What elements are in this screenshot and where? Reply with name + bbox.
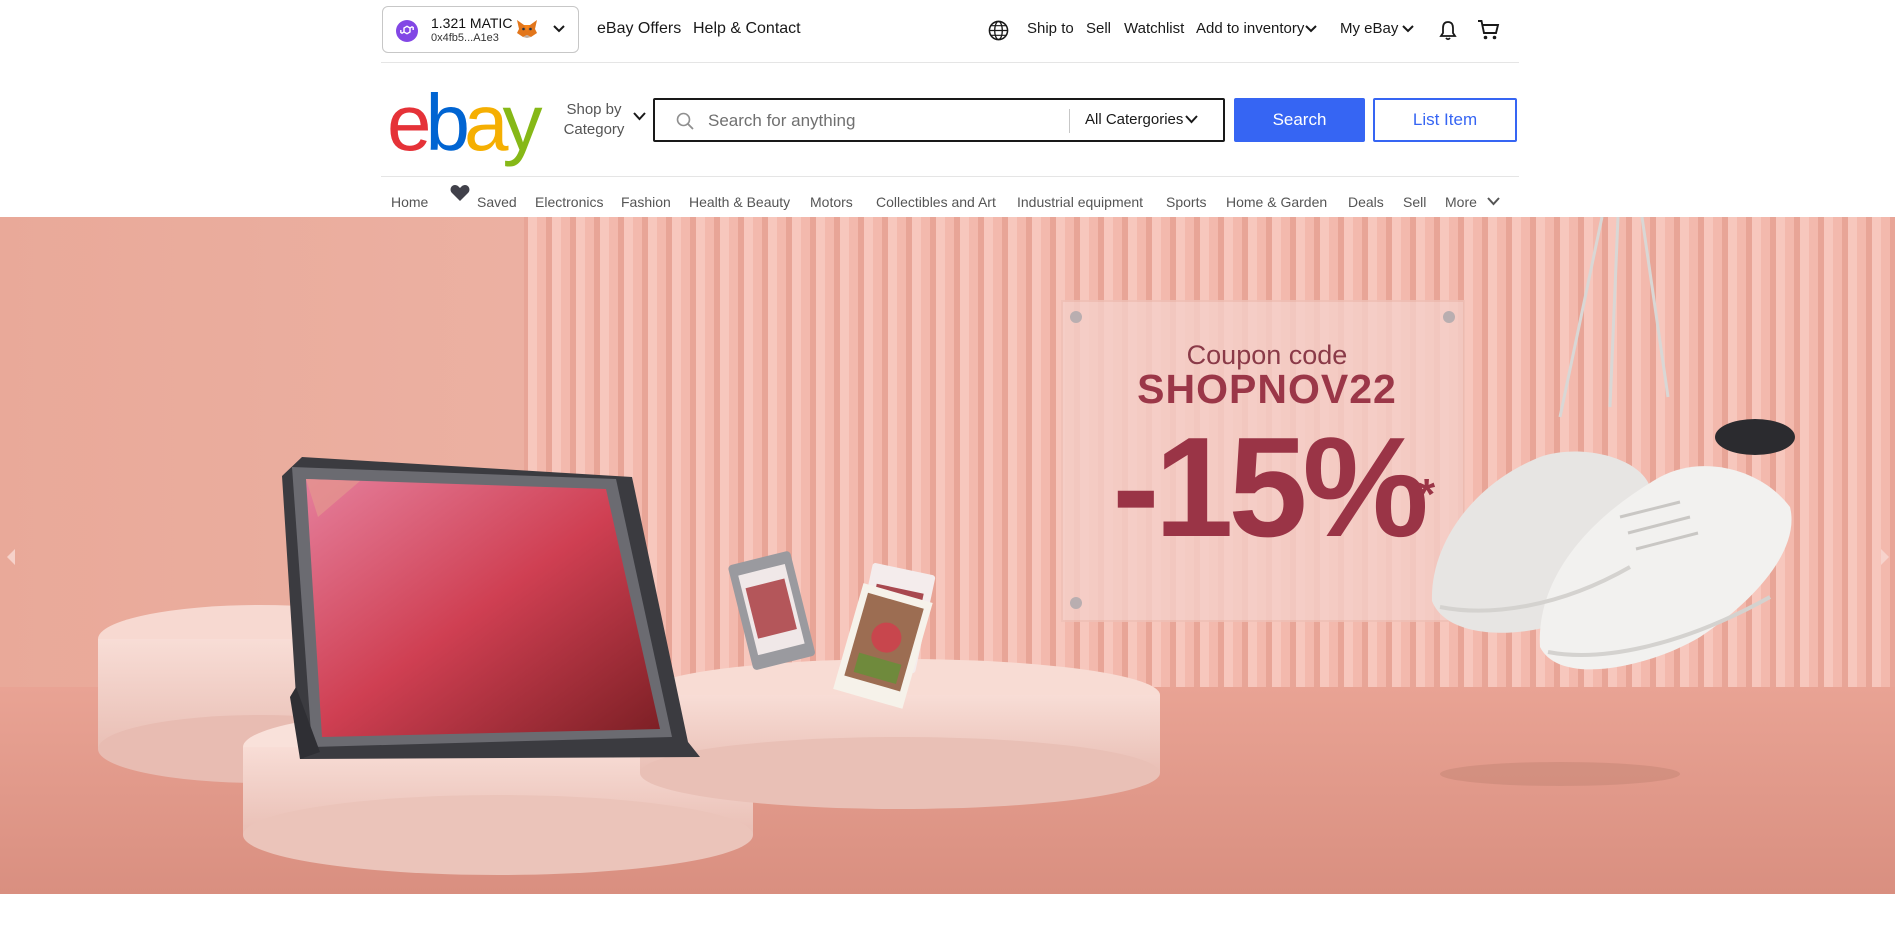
polygon-icon bbox=[396, 20, 418, 42]
chevron-down-icon[interactable] bbox=[633, 112, 646, 121]
shop-by-category-button[interactable]: Shop by Category bbox=[562, 100, 626, 140]
wallet-widget[interactable]: 1.321 MATIC 0x4fb5...A1e3 bbox=[382, 6, 579, 53]
nav-saved[interactable]: Saved bbox=[477, 194, 517, 210]
list-item-button[interactable]: List Item bbox=[1373, 98, 1517, 142]
category-nav: Home Saved Electronics Fashion Health & … bbox=[381, 176, 1519, 217]
search-button[interactable]: Search bbox=[1234, 98, 1365, 142]
nav-fashion[interactable]: Fashion bbox=[621, 194, 671, 210]
top-bar: 1.321 MATIC 0x4fb5...A1e3 eBay Offers He… bbox=[381, 0, 1519, 63]
wallet-address: 0x4fb5...A1e3 bbox=[431, 32, 499, 44]
discount-percent: -15% bbox=[1112, 408, 1429, 567]
logo-letter-y: y bbox=[502, 78, 543, 167]
search-divider bbox=[1069, 109, 1070, 133]
logo-letter-a: a bbox=[464, 78, 508, 167]
wallet-balance: 1.321 MATIC bbox=[431, 15, 513, 31]
nav-motors[interactable]: Motors bbox=[810, 194, 853, 210]
carousel-prev-icon[interactable] bbox=[6, 548, 16, 566]
nav-sports[interactable]: Sports bbox=[1166, 194, 1206, 210]
help-contact-link[interactable]: Help & Contact bbox=[693, 20, 801, 38]
search-icon bbox=[676, 112, 694, 130]
nav-sell[interactable]: Sell bbox=[1403, 194, 1426, 210]
ship-to-link[interactable]: Ship to bbox=[1027, 20, 1074, 37]
search-input[interactable] bbox=[706, 100, 1110, 142]
nav-home[interactable]: Home bbox=[391, 194, 428, 210]
carousel-next-icon[interactable] bbox=[1880, 548, 1890, 566]
chevron-down-icon[interactable] bbox=[1185, 115, 1198, 124]
chevron-down-icon[interactable] bbox=[1487, 197, 1500, 206]
nav-health-beauty[interactable]: Health & Beauty bbox=[689, 194, 790, 210]
nav-electronics[interactable]: Electronics bbox=[535, 194, 603, 210]
chevron-down-icon[interactable] bbox=[1305, 25, 1317, 33]
logo-letter-e: e bbox=[387, 78, 431, 167]
ebay-logo[interactable]: ebay bbox=[387, 83, 552, 163]
globe-icon[interactable] bbox=[988, 20, 1009, 41]
hero-banner[interactable]: Coupon code SHOPNOV22 -15% * bbox=[0, 217, 1895, 894]
sell-link[interactable]: Sell bbox=[1086, 20, 1111, 37]
hero-scene bbox=[0, 217, 1895, 894]
coupon-code: SHOPNOV22 bbox=[1137, 366, 1397, 412]
heart-icon bbox=[450, 185, 470, 201]
page: 1.321 MATIC 0x4fb5...A1e3 eBay Offers He… bbox=[0, 0, 1895, 930]
nav-industrial-equipment[interactable]: Industrial equipment bbox=[1017, 194, 1143, 210]
metamask-fox-icon bbox=[517, 20, 537, 38]
nav-home-garden[interactable]: Home & Garden bbox=[1226, 194, 1327, 210]
nav-collectibles-art[interactable]: Collectibles and Art bbox=[876, 194, 996, 210]
category-select[interactable]: All Catergories bbox=[1085, 111, 1183, 128]
cart-icon[interactable] bbox=[1477, 19, 1500, 41]
ebay-offers-link[interactable]: eBay Offers bbox=[597, 20, 681, 38]
watchlist-link[interactable]: Watchlist bbox=[1124, 20, 1184, 37]
nav-more[interactable]: More bbox=[1445, 194, 1477, 210]
bell-icon[interactable] bbox=[1439, 20, 1457, 41]
my-ebay-link[interactable]: My eBay bbox=[1340, 20, 1398, 37]
search-bar: All Catergories bbox=[653, 98, 1225, 142]
logo-letter-b: b bbox=[425, 78, 470, 167]
chevron-down-icon[interactable] bbox=[553, 25, 565, 33]
discount-asterisk: * bbox=[1418, 470, 1436, 519]
nav-deals[interactable]: Deals bbox=[1348, 194, 1384, 210]
chevron-down-icon[interactable] bbox=[1402, 25, 1414, 33]
add-to-inventory-link[interactable]: Add to inventory bbox=[1196, 20, 1304, 37]
